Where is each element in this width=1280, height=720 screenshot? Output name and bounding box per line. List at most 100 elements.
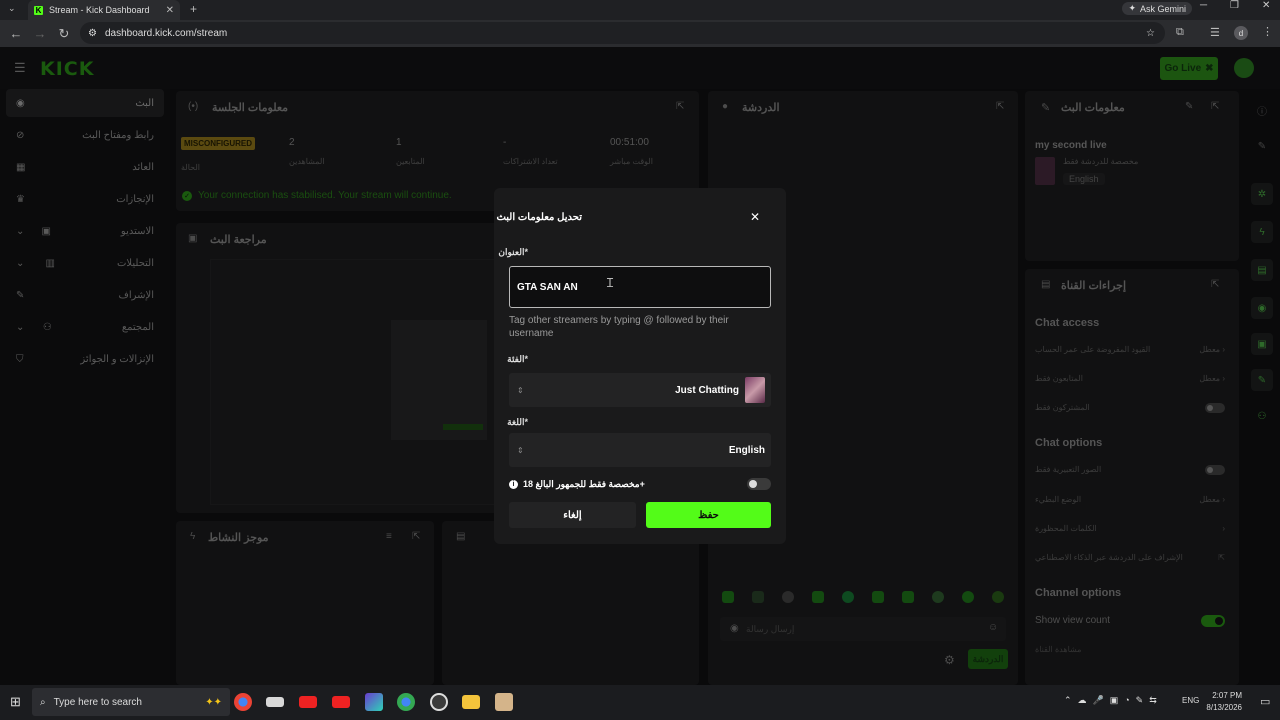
forward-icon[interactable]: →	[28, 26, 52, 41]
chevron-down-icon[interactable]: ⌄	[16, 258, 24, 269]
emote-icon[interactable]	[962, 591, 974, 603]
edit-pencil-icon[interactable]: ✎	[1185, 101, 1193, 112]
emote-icon[interactable]	[722, 591, 734, 603]
activity-feed-panel: ϟ موجز النشاط ≡ ⇱	[176, 521, 434, 685]
community-icon[interactable]: ⚇	[1251, 405, 1273, 427]
kick-logo[interactable]: KICK	[40, 58, 94, 80]
chevron-down-icon[interactable]: ⌄	[16, 322, 24, 333]
popout-icon[interactable]: ⇱	[996, 101, 1004, 112]
youtube-icon[interactable]	[299, 696, 317, 708]
language-select[interactable]: ⇕ English	[509, 433, 771, 467]
info-icon[interactable]: i	[509, 479, 518, 489]
sidebar-item-achievements[interactable]: الإنجازات ♛	[6, 185, 164, 213]
chat-message-input[interactable]: ◉ إرسال رسالة ☺	[720, 617, 1006, 641]
mature-content-toggle[interactable]	[747, 478, 771, 490]
back-icon[interactable]: ←	[4, 26, 28, 41]
extensions-icon[interactable]: ⧉	[1176, 26, 1184, 39]
emote-icon[interactable]	[902, 591, 914, 603]
user-avatar[interactable]	[1234, 58, 1254, 78]
emote-icon[interactable]	[992, 591, 1004, 603]
poll-icon[interactable]: ✲	[1251, 183, 1273, 205]
emote-icon[interactable]	[842, 591, 854, 603]
emote-icon[interactable]	[782, 591, 794, 603]
show-view-count-toggle[interactable]	[1201, 615, 1225, 627]
subscribers-only-toggle[interactable]	[1205, 403, 1225, 413]
save-button[interactable]: حفظ	[646, 502, 771, 528]
youtube-app-icon[interactable]	[332, 696, 350, 708]
tab-close-icon[interactable]: ✕	[166, 5, 174, 16]
reading-list-icon[interactable]: ☰	[1210, 26, 1220, 39]
chat-settings-gear-icon[interactable]: ⚙	[944, 653, 955, 667]
popout-icon[interactable]: ⇱	[1211, 279, 1219, 290]
bookmark-star-icon[interactable]: ☆	[1146, 28, 1155, 39]
sidebar-item-drops[interactable]: الإنزالات و الجوائز ⛉	[6, 345, 164, 373]
browser-menu-icon[interactable]: ⋮	[1262, 25, 1273, 38]
cancel-button[interactable]: إلغاء	[509, 502, 636, 528]
mention-icon[interactable]: ◉	[730, 623, 739, 634]
site-info-icon[interactable]: ⚙	[88, 28, 97, 39]
chevron-down-icon[interactable]: ⌄	[16, 226, 24, 237]
browser-tab[interactable]: K Stream - Kick Dashboard ✕	[28, 0, 180, 20]
close-icon[interactable]: ✕	[750, 210, 760, 224]
reload-icon[interactable]: ↻	[52, 26, 76, 42]
ask-gemini-button[interactable]: ✦ Ask Gemini	[1122, 2, 1192, 15]
sidebar-item-analytics[interactable]: التحليلات ▥ ⌄	[6, 249, 164, 277]
filter-icon[interactable]: ≡	[386, 531, 392, 542]
sidebar-item-community[interactable]: المجتمع ⚇ ⌄	[6, 313, 164, 341]
followers-only-row[interactable]: المتابعون فقط معطل ›	[1035, 374, 1225, 383]
taskbar-search[interactable]: ⌕ Type here to search ✦✦	[32, 688, 230, 716]
banned-words-row[interactable]: الكلمات المحظورة ›	[1035, 524, 1225, 533]
new-tab-icon[interactable]: +	[190, 2, 197, 16]
address-bar[interactable]: ⚙ dashboard.kick.com/stream ☆	[80, 22, 1165, 44]
category-select[interactable]: ⇕ Just Chatting	[509, 373, 771, 407]
emoji-icon[interactable]: ☺	[988, 622, 998, 633]
obs-icon[interactable]	[430, 693, 448, 711]
emote-icon[interactable]	[812, 591, 824, 603]
popout-icon[interactable]: ⇱	[1211, 101, 1219, 112]
slow-mode-row[interactable]: الوضع البطيء معطل ›	[1035, 495, 1225, 504]
sidebar-item-revenue[interactable]: العائد ▦	[6, 153, 164, 181]
sidebar-item-moderation[interactable]: الإشراف ✎	[6, 281, 164, 309]
account-age-row[interactable]: القيود المفروضة على عمر الحساب معطل ›	[1035, 345, 1225, 354]
wrench-icon[interactable]: ✎	[1251, 369, 1273, 391]
system-tray-icons[interactable]: ⌃☁🎤▣◔✎⇆	[1064, 695, 1163, 706]
minimize-icon[interactable]: ─	[1200, 0, 1207, 11]
emotes-only-toggle[interactable]	[1205, 465, 1225, 475]
pencil-icon[interactable]: ✎	[1251, 135, 1273, 157]
ai-moderation-row[interactable]: الإشراف على الدردشة عبر الذكاء الاصطناعي…	[1035, 553, 1225, 562]
sidebar-item-stream-key[interactable]: رابط ومفتاح البث ⊘	[6, 121, 164, 149]
restore-icon[interactable]: ❐	[1230, 0, 1239, 11]
go-live-button[interactable]: Go Live ✖	[1160, 57, 1218, 80]
sidebar-item-studio[interactable]: الاستديو ▣ ⌄	[6, 217, 164, 245]
hamburger-menu-icon[interactable]: ☰	[14, 60, 26, 76]
alert-icon[interactable]: ▣	[1251, 333, 1273, 355]
stream-preview-video[interactable]	[210, 259, 500, 505]
tab-search-icon[interactable]: ⌄	[8, 3, 16, 14]
input-language[interactable]: ENG	[1182, 696, 1199, 705]
app-icon[interactable]	[365, 693, 383, 711]
taskbar-clock[interactable]: 2:07 PM 8/13/2026	[1206, 690, 1242, 714]
chat-send-button[interactable]: الدردشة	[968, 649, 1008, 669]
file-explorer-icon[interactable]	[462, 695, 480, 709]
emote-icon[interactable]	[752, 591, 764, 603]
chevron-right-icon: ›	[1222, 345, 1225, 354]
clipboard-icon[interactable]: ▤	[1251, 259, 1273, 281]
notification-icon[interactable]: ▭	[1260, 695, 1270, 708]
windows-start-icon[interactable]: ⊞	[10, 694, 21, 710]
info-icon[interactable]: ⓘ	[1251, 99, 1273, 121]
lightning-icon[interactable]: ϟ	[1251, 221, 1273, 243]
app-icon[interactable]	[495, 693, 513, 711]
chrome-icon[interactable]	[234, 693, 252, 711]
keyboard-app-icon[interactable]	[266, 697, 284, 707]
profile-avatar[interactable]: d	[1234, 26, 1248, 40]
emote-icon[interactable]	[932, 591, 944, 603]
row-label: الإشراف على الدردشة عبر الذكاء الاصطناعي	[1035, 553, 1183, 562]
window-close-icon[interactable]: ✕	[1262, 0, 1270, 11]
stream-title-input[interactable]	[509, 266, 771, 308]
popout-icon[interactable]: ⇱	[676, 101, 684, 112]
emote-icon[interactable]	[872, 591, 884, 603]
popout-icon[interactable]: ⇱	[412, 531, 420, 542]
chrome-active-icon[interactable]	[397, 693, 415, 711]
broadcast-icon[interactable]: ◉	[1251, 297, 1273, 319]
sidebar-item-stream[interactable]: البث ◉	[6, 89, 164, 117]
